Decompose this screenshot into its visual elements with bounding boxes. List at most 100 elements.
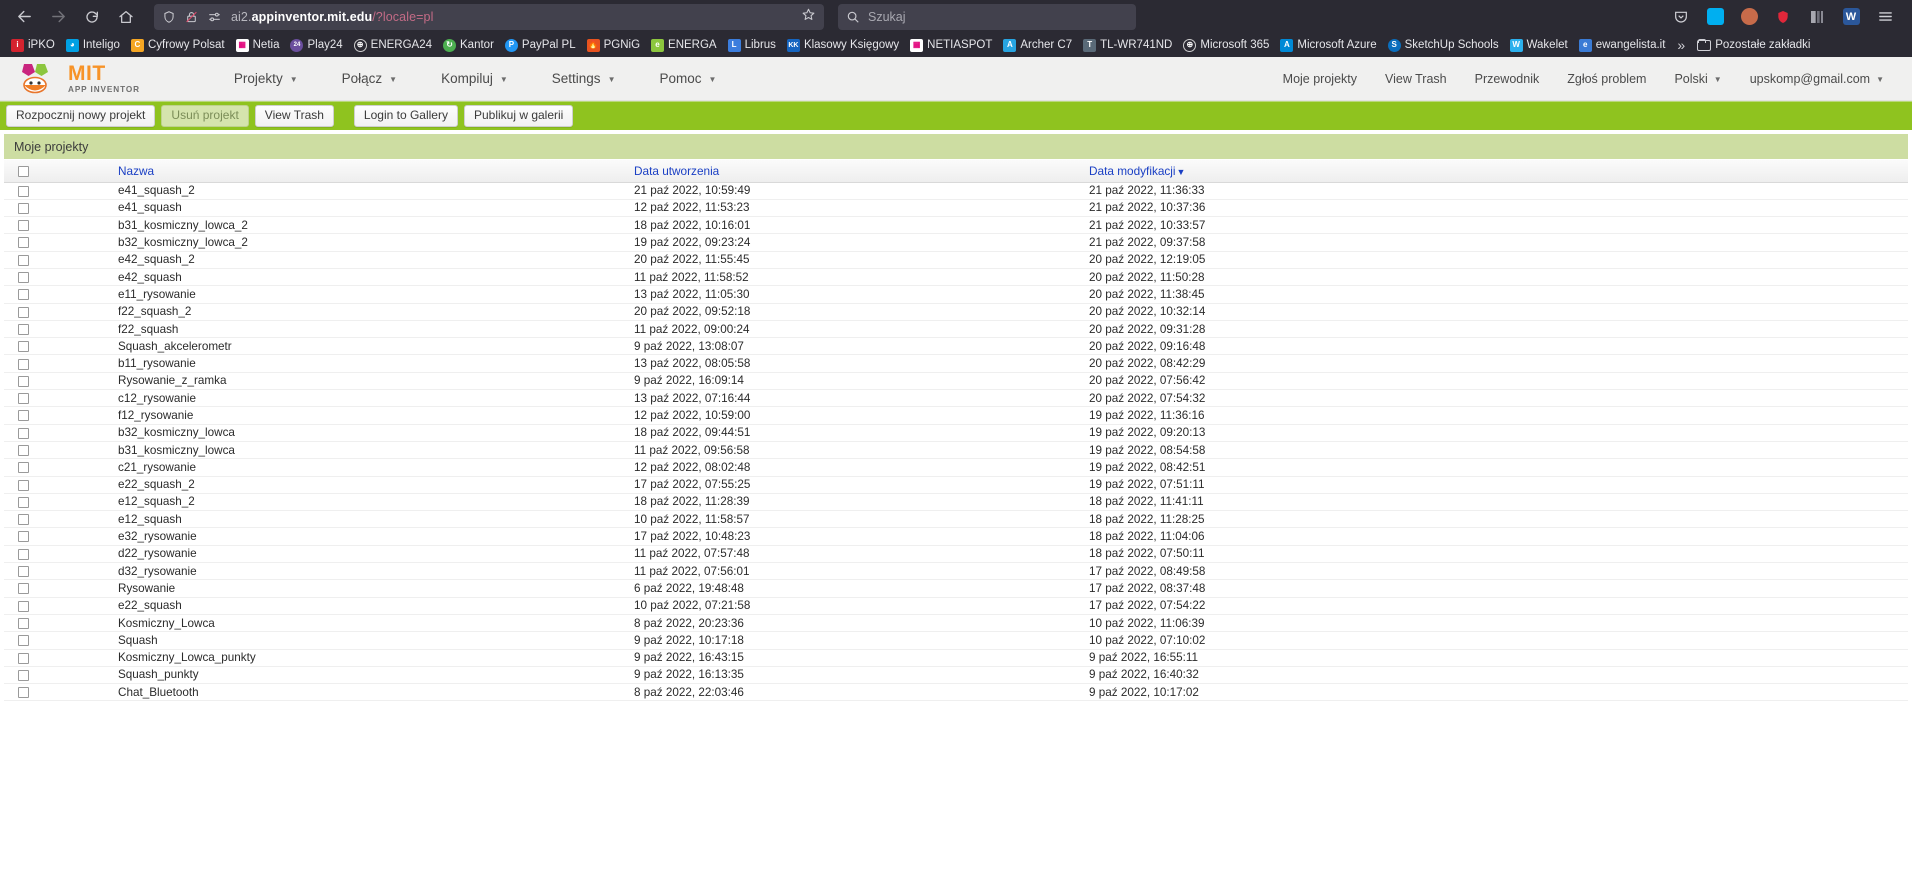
project-name-cell[interactable]: Squash_akcelerometr [46,338,626,355]
row-select-cell[interactable] [4,441,46,458]
row-select-cell[interactable] [4,666,46,683]
column-header-name[interactable]: Nazwa [46,160,626,182]
row-checkbox[interactable] [18,566,29,577]
table-row[interactable]: e41_squash12 paź 2022, 11:53:2321 paź 20… [4,199,1908,216]
table-row[interactable]: d22_rysowanie11 paź 2022, 07:57:4818 paź… [4,545,1908,562]
reload-button[interactable] [76,3,108,31]
table-row[interactable]: b32_kosmiczny_lowca18 paź 2022, 09:44:51… [4,424,1908,441]
row-checkbox[interactable] [18,428,29,439]
table-row[interactable]: Rysowanie6 paź 2022, 19:48:4817 paź 2022… [4,580,1908,597]
row-checkbox[interactable] [18,324,29,335]
table-row[interactable]: e22_squash_217 paź 2022, 07:55:2519 paź … [4,476,1908,493]
nav-kompiluj[interactable]: Kompiluj▼ [419,65,530,92]
link-moje-projekty[interactable]: Moje projekty [1269,66,1371,92]
extensions-icon[interactable] [1802,3,1832,31]
publish-to-gallery-button[interactable]: Publikuj w galerii [464,105,573,128]
table-row[interactable]: Kosmiczny_Lowca8 paź 2022, 20:23:3610 pa… [4,614,1908,631]
address-bar[interactable]: ai2.appinventor.mit.edu/?locale=pl [154,4,824,30]
project-name-cell[interactable]: e12_squash_2 [46,493,626,510]
shield-icon[interactable] [162,10,176,24]
row-checkbox[interactable] [18,531,29,542]
table-row[interactable]: e42_squash11 paź 2022, 11:58:5220 paź 20… [4,268,1908,285]
back-button[interactable] [8,3,40,31]
row-checkbox[interactable] [18,514,29,525]
row-select-cell[interactable] [4,217,46,234]
table-row[interactable]: c12_rysowanie13 paź 2022, 07:16:4420 paź… [4,390,1908,407]
row-select-cell[interactable] [4,286,46,303]
bookmarks-overflow-button[interactable]: » [1671,37,1691,53]
row-checkbox[interactable] [18,272,29,283]
nav-polacz[interactable]: Połącz▼ [320,65,419,92]
row-select-cell[interactable] [4,390,46,407]
row-select-cell[interactable] [4,320,46,337]
home-button[interactable] [110,3,142,31]
project-name-cell[interactable]: Kosmiczny_Lowca_punkty [46,649,626,666]
project-name-cell[interactable]: e42_squash_2 [46,251,626,268]
row-select-cell[interactable] [4,459,46,476]
row-select-cell[interactable] [4,649,46,666]
bookmark-item[interactable]: SSketchUp Schools [1383,37,1504,54]
table-row[interactable]: c21_rysowanie12 paź 2022, 08:02:4819 paź… [4,459,1908,476]
bookmark-item[interactable]: AMicrosoft Azure [1275,37,1381,54]
row-checkbox[interactable] [18,445,29,456]
row-select-cell[interactable] [4,407,46,424]
row-select-cell[interactable] [4,338,46,355]
row-select-cell[interactable] [4,511,46,528]
row-select-cell[interactable] [4,545,46,562]
new-project-button[interactable]: Rozpocznij nowy projekt [6,105,155,128]
row-checkbox[interactable] [18,359,29,370]
bookmark-item[interactable]: ↻Kantor [438,37,499,54]
column-header-created[interactable]: Data utworzenia [626,160,1081,182]
project-name-cell[interactable]: d22_rysowanie [46,545,626,562]
row-checkbox[interactable] [18,601,29,612]
row-checkbox[interactable] [18,410,29,421]
row-checkbox[interactable] [18,289,29,300]
project-name-cell[interactable]: e22_squash_2 [46,476,626,493]
project-name-cell[interactable]: Squash [46,632,626,649]
row-checkbox[interactable] [18,670,29,681]
bookmark-item[interactable]: ▦Netia [231,37,285,54]
table-row[interactable]: Chat_Bluetooth8 paź 2022, 22:03:469 paź … [4,684,1908,701]
row-checkbox[interactable] [18,549,29,560]
lock-crossed-icon[interactable] [185,10,198,24]
row-select-cell[interactable] [4,355,46,372]
row-checkbox[interactable] [18,203,29,214]
row-select-cell[interactable] [4,614,46,631]
row-checkbox[interactable] [18,583,29,594]
row-select-cell[interactable] [4,476,46,493]
project-name-cell[interactable]: b31_kosmiczny_lowca [46,441,626,458]
project-name-cell[interactable]: Kosmiczny_Lowca [46,614,626,631]
project-name-cell[interactable]: c21_rysowanie [46,459,626,476]
project-name-cell[interactable]: b11_rysowanie [46,355,626,372]
table-row[interactable]: Squash_akcelerometr9 paź 2022, 13:08:072… [4,338,1908,355]
nav-pomoc[interactable]: Pomoc▼ [637,65,738,92]
table-row[interactable]: f12_rysowanie12 paź 2022, 10:59:0019 paź… [4,407,1908,424]
star-icon[interactable] [801,7,816,27]
table-row[interactable]: f22_squash_220 paź 2022, 09:52:1820 paź … [4,303,1908,320]
shield-red-icon[interactable] [1768,3,1798,31]
row-select-cell[interactable] [4,199,46,216]
project-name-cell[interactable]: f22_squash_2 [46,303,626,320]
row-checkbox[interactable] [18,186,29,197]
nav-projekty[interactable]: Projekty▼ [212,65,320,92]
table-row[interactable]: e32_rysowanie17 paź 2022, 10:48:2318 paź… [4,528,1908,545]
row-checkbox[interactable] [18,220,29,231]
other-bookmarks-folder[interactable]: Pozostałe zakładki [1692,37,1815,53]
row-select-cell[interactable] [4,182,46,199]
bookmark-item[interactable]: ⊕Microsoft 365 [1178,37,1274,54]
skype-icon[interactable] [1700,3,1730,31]
project-name-cell[interactable]: d32_rysowanie [46,563,626,580]
table-row[interactable]: e41_squash_221 paź 2022, 10:59:4921 paź … [4,182,1908,199]
bookmark-item[interactable]: ◕Inteligo [61,37,125,54]
bookmark-item[interactable]: PPayPal PL [500,37,581,54]
table-row[interactable]: e11_rysowanie13 paź 2022, 11:05:3020 paź… [4,286,1908,303]
row-checkbox[interactable] [18,393,29,404]
row-select-cell[interactable] [4,632,46,649]
url-text[interactable]: ai2.appinventor.mit.edu/?locale=pl [231,10,433,24]
row-checkbox[interactable] [18,653,29,664]
project-name-cell[interactable]: e41_squash_2 [46,182,626,199]
bookmark-item[interactable]: 🔥PGNiG [582,37,645,54]
table-row[interactable]: e12_squash10 paź 2022, 11:58:5718 paź 20… [4,511,1908,528]
table-row[interactable]: b11_rysowanie13 paź 2022, 08:05:5820 paź… [4,355,1908,372]
profile-icon[interactable] [1734,3,1764,31]
